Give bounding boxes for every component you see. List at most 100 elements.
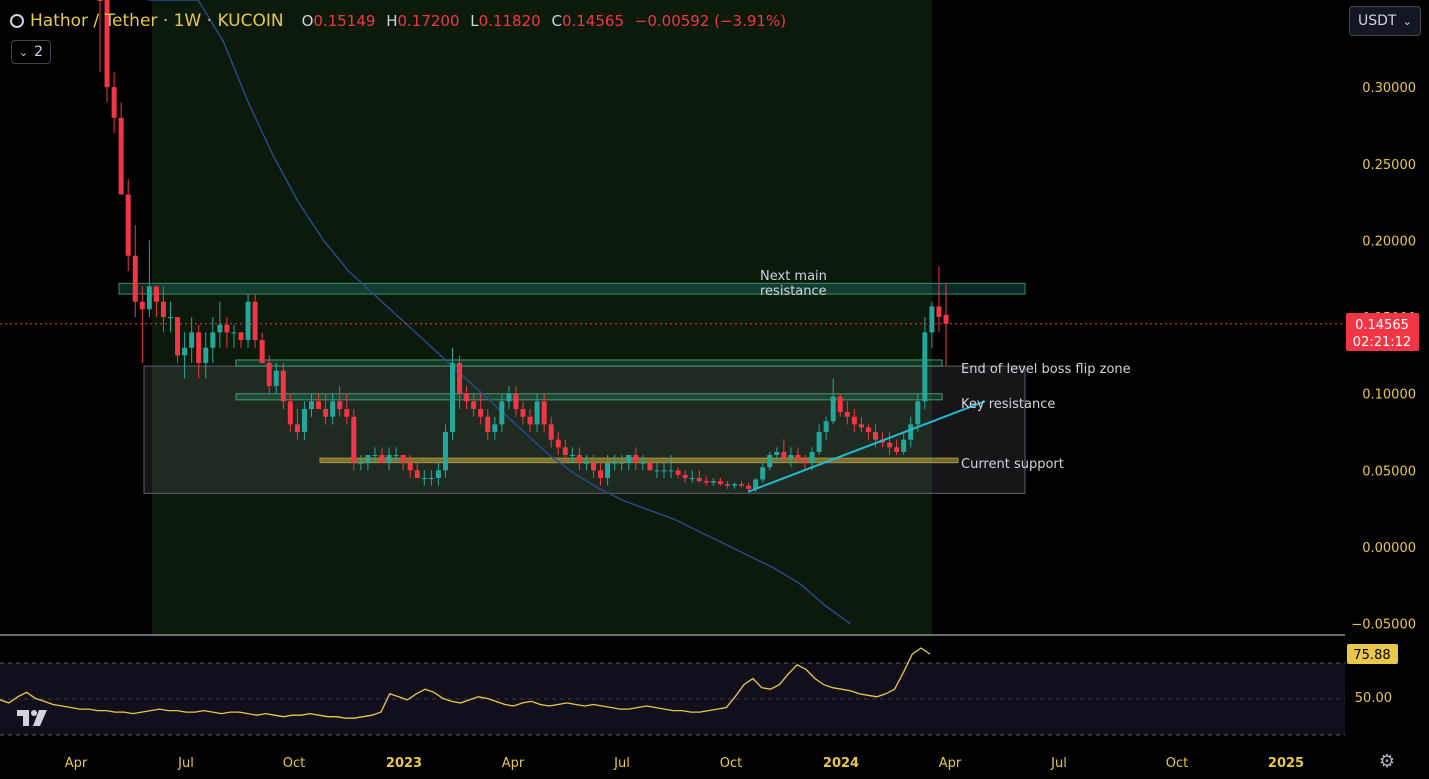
candle-body <box>654 470 660 472</box>
price-chart[interactable]: Next main resistance End of level boss fli… <box>0 0 1429 779</box>
candle[interactable] <box>647 462 653 471</box>
price-tick-label: 0.10000 <box>1362 388 1416 403</box>
candle-body <box>139 301 145 310</box>
indicator-count: 2 <box>34 44 44 60</box>
candle-body <box>661 470 667 472</box>
candle-body <box>598 470 604 479</box>
candle-body <box>344 409 350 417</box>
candle-body <box>809 451 815 463</box>
indicators-toggle-button[interactable]: ⌄ 2 <box>11 40 51 64</box>
candle-body <box>273 370 279 387</box>
candle-body <box>245 301 251 341</box>
candle-body <box>182 347 188 356</box>
candle-body <box>626 455 632 463</box>
candle-body <box>231 332 237 334</box>
candle-body <box>675 470 681 475</box>
candle-body <box>478 409 484 417</box>
zone-key-resistance[interactable] <box>235 393 943 401</box>
candle-body <box>583 462 589 464</box>
candle[interactable] <box>245 294 251 348</box>
zone-label: Next main resistance <box>760 269 827 299</box>
candle-body <box>936 306 942 318</box>
time-tick-label: Apr <box>502 756 525 771</box>
candle-body <box>316 401 322 410</box>
candle-body <box>732 484 737 486</box>
candle-body <box>894 447 900 452</box>
candle[interactable] <box>442 424 448 479</box>
candle-body <box>450 363 455 433</box>
candle-body <box>696 478 702 482</box>
settings-gear-icon[interactable]: ⚙ <box>1377 752 1397 772</box>
candle-body <box>929 306 935 333</box>
candle-body <box>703 481 709 483</box>
candle-body <box>351 416 357 463</box>
candle-body <box>943 314 949 324</box>
zone-label: Current support <box>961 457 1064 472</box>
candle-body <box>287 401 293 425</box>
zone-end-of-level-boss-flip-zone[interactable] <box>235 359 943 367</box>
candle-body <box>887 442 893 448</box>
candle-body <box>132 255 138 302</box>
candle-body <box>605 462 611 479</box>
candle-body <box>189 332 195 348</box>
rsi-value-tag: 75.88 <box>1347 644 1398 664</box>
session-highlight <box>152 0 932 635</box>
candle-body <box>548 424 554 440</box>
zone-next-main-resistance[interactable] <box>118 282 1026 295</box>
zone-label: End of level boss flip zone <box>961 362 1131 377</box>
candle-body <box>534 401 540 425</box>
time-tick-label: 2025 <box>1268 756 1304 771</box>
candle-body <box>647 462 653 471</box>
candle-body <box>471 401 477 410</box>
time-tick-label: Oct <box>283 756 305 771</box>
candle[interactable] <box>252 294 258 348</box>
rsi-axis: 50.00 <box>1355 691 1392 706</box>
symbol-legend[interactable]: Hathor / Tether · 1W · KUCOIN O0.15149 H… <box>10 8 786 34</box>
candle-body <box>428 478 434 480</box>
candle-body <box>294 424 300 433</box>
candle-body <box>788 455 794 459</box>
low-label: L <box>470 12 479 30</box>
time-tick-label: 2024 <box>823 756 859 771</box>
candle-body <box>238 332 244 341</box>
rsi-tick-label: 50.00 <box>1355 691 1392 706</box>
open-label: O <box>301 12 314 30</box>
candle-body <box>717 481 723 485</box>
open-value: 0.15149 <box>313 12 376 30</box>
candle-body <box>633 455 639 463</box>
time-tick-label: Apr <box>65 756 88 771</box>
candle[interactable] <box>351 409 357 471</box>
symbol-title[interactable]: Hathor / Tether · 1W · KUCOIN <box>30 11 284 31</box>
candle-body <box>330 401 336 417</box>
candle-body <box>217 324 223 333</box>
candle-body <box>724 484 730 486</box>
chevron-down-icon: ⌄ <box>18 45 29 59</box>
candle-body <box>464 393 470 402</box>
zone-current-support[interactable] <box>319 457 959 464</box>
currency-selector[interactable]: USDT ⌄ <box>1349 6 1421 36</box>
candle-body <box>830 396 836 422</box>
high-value: 0.17200 <box>397 12 460 30</box>
candle-body <box>865 427 871 433</box>
candle-body <box>513 393 519 410</box>
candle-body <box>619 462 625 464</box>
price-tick-label: 0.30000 <box>1362 81 1416 96</box>
change-value: −0.00592 (−3.91%) <box>634 12 787 30</box>
candle-body <box>802 459 808 463</box>
candle-body <box>393 455 399 457</box>
candle-body <box>555 439 561 448</box>
tradingview-logo-icon[interactable] <box>15 706 55 730</box>
candle-body <box>485 416 491 433</box>
rsi-current-value: 75.88 <box>1353 648 1390 663</box>
candle-body <box>323 409 329 417</box>
candle-body <box>689 478 695 480</box>
time-tick-label: Jul <box>613 756 630 771</box>
price-axis: 0.30000 0.25000 0.20000 0.10000 0.05000 0.000… <box>1346 81 1419 633</box>
candle-body <box>569 455 575 457</box>
candle-body <box>858 424 864 428</box>
candle-body <box>407 462 413 471</box>
candle-body <box>682 474 688 479</box>
candle-body <box>767 455 773 468</box>
candle-body <box>844 412 850 417</box>
candle-body <box>746 485 752 489</box>
